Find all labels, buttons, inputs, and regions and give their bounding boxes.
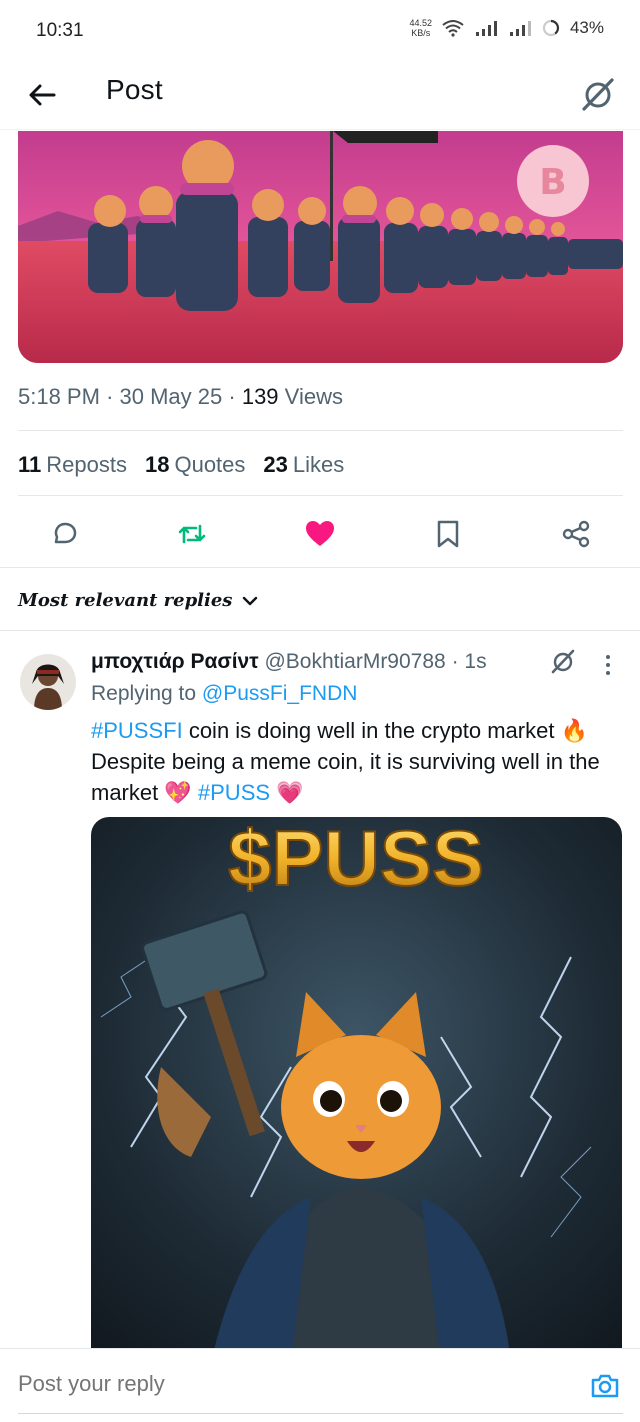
back-arrow-icon[interactable] [24,77,60,113]
divider [18,430,623,431]
replies-heading-label: Most relevant replies [18,590,233,611]
engagement-stats: 11 Reposts 18 Quotes 23 Likes [18,452,344,478]
more-options-icon[interactable] [598,652,618,678]
battery-level: 43% [569,18,604,37]
post-time: 5:18 PM [18,384,100,409]
reply-icon [54,522,77,544]
camera-icon[interactable] [590,1371,620,1401]
replying-to-handle[interactable]: @PussFi_FNDN [202,682,358,705]
reply-time: 1s [464,650,487,673]
views-count: 139 [241,384,279,409]
svg-text:B: B [539,162,566,203]
replies-sort-dropdown[interactable]: Most relevant replies [18,590,258,611]
wifi-icon [442,20,464,37]
likes-stat[interactable]: 23 Likes [263,452,344,478]
views-label: Views [284,384,343,409]
reposts-stat[interactable]: 11 Reposts [18,452,127,478]
reply-author-handle[interactable]: @BokhtiarMr90788 [264,650,445,673]
reply-button[interactable] [44,514,84,554]
fire-emoji: 🔥 [560,718,588,743]
like-button[interactable] [300,514,340,554]
post-meta: 5:18 PM · 30 May 25 · 139 Views [18,384,343,409]
hashtag-link[interactable]: #PUSS [198,780,270,805]
reply-text: #PUSSFI coin is doing well in the crypto… [91,718,600,805]
page-title: Post [106,74,163,105]
grok-icon[interactable] [578,74,618,114]
post-actions [0,510,640,556]
replying-to: Replying to @PussFi_FNDN [91,682,358,705]
reply-author-line: μποχτιάρ Ρασίντ @BokhtiarMr90788 · 1s [91,650,487,673]
heart-emoji: 💗 [276,780,304,805]
post-date: 30 May 25 [119,384,223,409]
avatar[interactable] [20,654,76,710]
post-media-image[interactable]: B [18,131,623,363]
repost-button[interactable] [172,514,212,554]
bookmark-button[interactable] [428,514,468,554]
reply-composer [0,1348,640,1422]
battery-icon [542,19,560,37]
chevron-down-icon [243,596,258,605]
reply-input[interactable] [18,1371,538,1397]
quotes-stat[interactable]: 18 Quotes [145,452,245,478]
grok-icon[interactable] [548,646,578,676]
status-time: 10:31 [36,20,84,41]
share-button[interactable] [556,514,596,554]
status-bar: 10:31 44.52 KB/s 43% [0,0,640,60]
reply-author-name[interactable]: μποχτιάρ Ρασίντ [91,650,259,673]
image-caption: $PUSS [228,817,484,902]
divider [18,495,623,496]
status-icons: 44.52 KB/s 43% [409,18,604,38]
like-icon [306,521,334,546]
share-icon [562,520,590,548]
composer-underline [18,1413,623,1414]
bookmark-icon [437,520,459,548]
signal-icon-2 [509,21,531,36]
heart-emoji: 💖 [164,780,192,805]
repost-icon [178,524,206,544]
signal-icon [475,21,497,36]
top-app-bar: Post [0,60,640,130]
reply-media-image[interactable]: $PUSS [91,817,622,1362]
hashtag-link[interactable]: #PUSSFI [91,718,183,743]
divider [0,630,640,631]
divider [0,567,640,568]
network-speed: 44.52 KB/s [409,18,432,38]
